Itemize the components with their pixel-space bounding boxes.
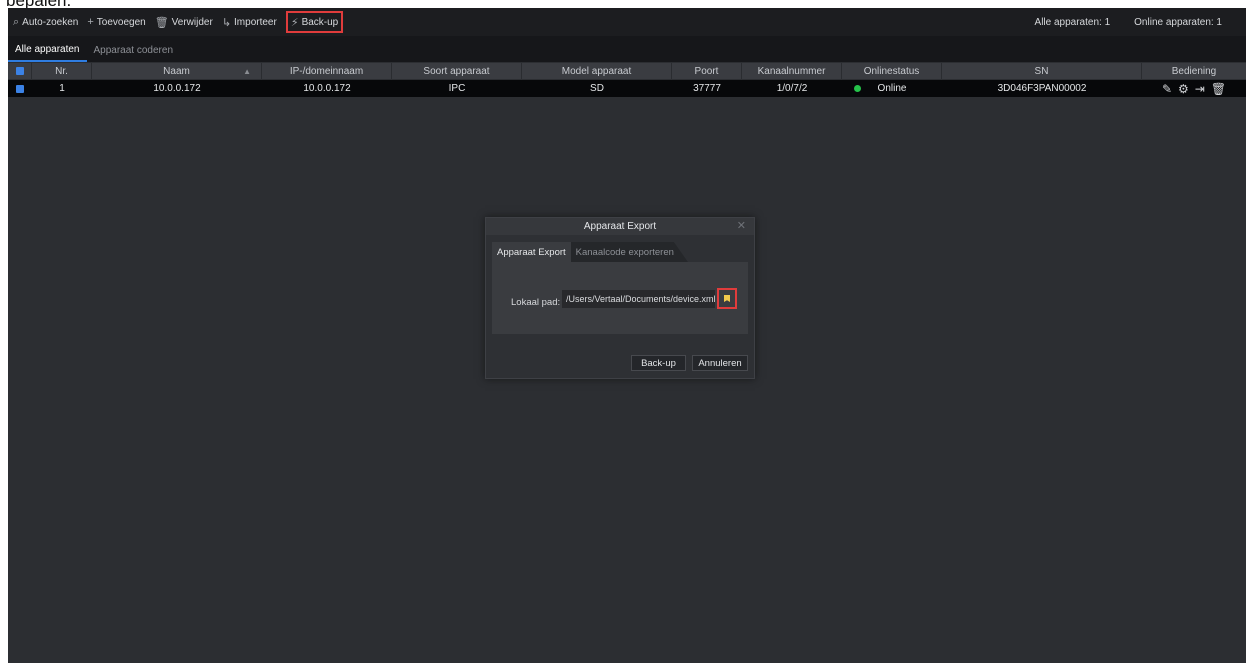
cell-ip: 10.0.0.172 xyxy=(303,83,351,94)
col-model[interactable]: Model apparaat xyxy=(522,63,672,79)
backup-icon: ⚡ xyxy=(290,16,299,29)
online-status-dot xyxy=(854,85,861,92)
cell-bediening: ✎ ⚙ ⇥ 🗑 xyxy=(1142,80,1246,97)
auto-search-label: Auto-zoeken xyxy=(22,16,79,28)
path-label: Lokaal pad: xyxy=(511,297,561,308)
checkbox-icon xyxy=(16,84,24,93)
cell-sn: 3D046F3PAN00002 xyxy=(997,83,1087,94)
tab-all-devices[interactable]: Alle apparaten xyxy=(8,38,87,62)
device-counts: Alle apparaten: 1 Online apparaten: 1 xyxy=(1035,8,1246,36)
cell-naam: 10.0.0.172 xyxy=(153,83,201,94)
col-sn[interactable]: SN xyxy=(942,63,1142,79)
col-status[interactable]: Onlinestatus xyxy=(842,63,942,79)
cell-soort: IPC xyxy=(448,83,466,94)
device-manager-window: ⌕ Auto-zoeken + Toevoegen 🗑 Verwijder ↳ … xyxy=(8,8,1246,663)
dialog-title: Apparaat Export xyxy=(583,221,657,232)
plus-icon: + xyxy=(87,16,94,28)
tab-device-coding[interactable]: Apparaat coderen xyxy=(87,38,181,62)
close-icon[interactable]: ✕ xyxy=(737,218,746,235)
col-ip[interactable]: IP-/domeinnaam xyxy=(262,63,392,79)
sort-asc-icon: ▲ xyxy=(243,66,251,76)
gear-icon[interactable]: ⚙ xyxy=(1178,82,1189,96)
backup-label: Back-up xyxy=(301,16,339,28)
browse-folder-button[interactable] xyxy=(717,288,737,309)
col-soort[interactable]: Soort apparaat xyxy=(392,63,522,79)
dialog-tabs: Apparaat Export Kanaalcode exporteren xyxy=(492,242,688,262)
dialog-title-bar: Apparaat Export ✕ xyxy=(486,218,754,235)
add-label: Toevoegen xyxy=(96,16,146,28)
cell-nr: 1 xyxy=(59,83,65,94)
dialog-body: Lokaal pad: /Users/Vertaal/Documents/dev… xyxy=(492,262,748,334)
col-poort[interactable]: Poort xyxy=(672,63,742,79)
trash-icon: 🗑 xyxy=(154,16,169,29)
cell-model: SD xyxy=(590,83,604,94)
all-devices-count: Alle apparaten: 1 xyxy=(1034,16,1111,28)
logout-icon[interactable]: ⇥ xyxy=(1195,82,1205,96)
import-icon: ↳ xyxy=(221,16,232,29)
cell-poort: 37777 xyxy=(693,83,721,94)
select-all-checkbox[interactable] xyxy=(8,63,32,79)
add-button[interactable]: + Toevoegen xyxy=(83,12,149,32)
search-icon: ⌕ xyxy=(13,15,20,28)
col-bediening: Bediening xyxy=(1171,65,1217,77)
checkbox-icon xyxy=(15,67,24,75)
delete-button[interactable]: 🗑 Verwijder xyxy=(151,12,217,32)
delete-label: Verwijder xyxy=(171,16,213,28)
table-header: Nr. Naam ▲ IP-/domeinnaam Soort apparaat … xyxy=(8,63,1246,79)
import-label: Importeer xyxy=(234,16,277,28)
path-input[interactable]: /Users/Vertaal/Documents/device.xml xyxy=(562,290,715,308)
tab-device-export[interactable]: Apparaat Export xyxy=(492,242,571,262)
backup-button[interactable]: ⚡ Back-up xyxy=(285,11,344,33)
export-dialog: Apparaat Export ✕ Apparaat Export Kanaal… xyxy=(485,217,755,379)
col-kanaal[interactable]: Kanaalnummer xyxy=(742,63,842,79)
cell-kanaal: 1/0/7/2 xyxy=(776,83,808,94)
auto-search-button[interactable]: ⌕ Auto-zoeken xyxy=(9,12,82,32)
col-naam[interactable]: Naam ▲ xyxy=(92,63,262,79)
table-row[interactable]: 1 10.0.0.172 10.0.0.172 IPC SD 37777 1/0… xyxy=(8,80,1246,97)
edit-icon[interactable]: ✎ xyxy=(1162,82,1172,96)
dialog-backup-button[interactable]: Back-up xyxy=(631,355,686,371)
bookmark-folder-icon xyxy=(724,295,730,302)
trash-icon[interactable]: 🗑 xyxy=(1211,82,1226,96)
tab-channel-export[interactable]: Kanaalcode exporteren xyxy=(570,242,688,262)
tab-bar: Alle apparaten Apparaat coderen xyxy=(8,36,1246,62)
col-naam-label: Naam xyxy=(163,65,190,77)
cell-status: Online xyxy=(842,80,942,97)
toolbar: ⌕ Auto-zoeken + Toevoegen 🗑 Verwijder ↳ … xyxy=(8,8,1246,36)
row-checkbox[interactable] xyxy=(8,80,32,97)
col-nr[interactable]: Nr. xyxy=(32,63,92,79)
import-button[interactable]: ↳ Importeer xyxy=(218,12,281,32)
cell-status-label: Online xyxy=(877,83,907,94)
online-devices-count: Online apparaten: 1 xyxy=(1134,16,1222,28)
dialog-cancel-button[interactable]: Annuleren xyxy=(692,355,748,371)
